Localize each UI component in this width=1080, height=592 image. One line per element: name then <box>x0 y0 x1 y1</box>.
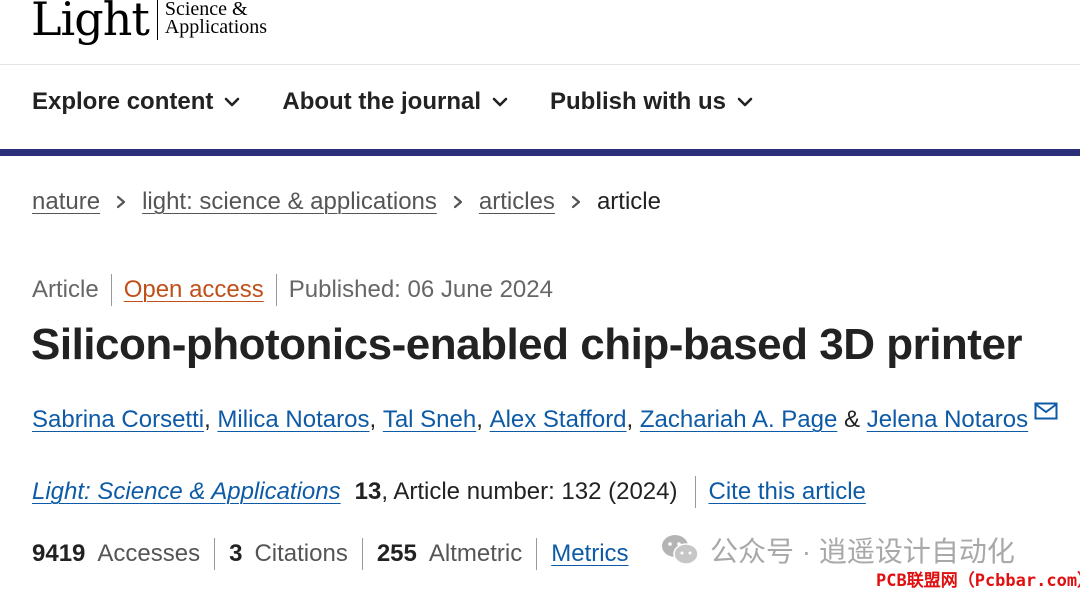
logo-divider <box>156 0 158 40</box>
chevron-down-icon <box>492 97 508 107</box>
breadcrumb-current: article <box>596 188 661 215</box>
journal-link[interactable]: Light: Science & Applications <box>32 478 341 506</box>
breadcrumb: nature light: science & applications art… <box>32 188 661 216</box>
header-divider <box>0 64 1080 65</box>
journal-logo[interactable]: Light Science & Applications <box>31 0 267 52</box>
nav-item-label: Publish with us <box>550 88 727 115</box>
breadcrumb-journal[interactable]: light: science & applications <box>142 188 437 216</box>
nav-explore-content[interactable]: Explore content <box>32 88 241 116</box>
citation-line: Light: Science & Applications 13 , Artic… <box>32 476 866 508</box>
citations-count: 3 <box>229 540 243 567</box>
citation-divider <box>695 476 697 508</box>
logo-main-text: Light <box>31 0 150 46</box>
cite-this-article-link[interactable]: Cite this article <box>708 478 865 506</box>
article-meta: Article Open access Published: 06 June 2… <box>32 274 553 306</box>
breadcrumb-nature[interactable]: nature <box>32 188 100 216</box>
article-metrics: 9419 Accesses 3 Citations 255 Altmetric … <box>32 538 629 570</box>
chevron-right-icon <box>453 195 463 209</box>
accesses-count: 9419 <box>32 540 86 567</box>
altmetric-label: Altmetric <box>428 540 523 567</box>
author-link[interactable]: Milica Notaros <box>217 406 369 434</box>
page: Light Science & Applications Explore con… <box>0 0 1080 592</box>
article-number: , Article number: 132 (2024) <box>381 478 678 505</box>
citations-label: Citations <box>254 540 348 567</box>
breadcrumb-articles[interactable]: articles <box>479 188 555 216</box>
metrics-divider <box>214 538 216 570</box>
meta-divider <box>275 274 277 306</box>
nav-publish-with-us[interactable]: Publish with us <box>550 88 754 116</box>
watermark-site: PCB联盟网（Pcbbar.com） <box>876 571 1080 591</box>
author-link[interactable]: Sabrina Corsetti <box>32 406 204 434</box>
article-type: Article <box>32 276 99 303</box>
accesses-label: Accesses <box>97 540 201 567</box>
published-date: Published: 06 June 2024 <box>288 276 553 303</box>
wechat-icon <box>662 535 699 565</box>
author-separator: , <box>369 406 377 433</box>
author-separator: , <box>204 406 211 433</box>
metrics-divider <box>536 538 538 570</box>
watermark-text: 公众号 · 逍遥设计自动化 <box>710 536 1015 567</box>
article-title: Silicon-photonics-enabled chip-based 3D … <box>31 320 1023 369</box>
altmetric-score: 255 <box>376 540 417 567</box>
author-list: Sabrina Corsetti, Milica Notaros, Tal Sn… <box>32 402 1058 434</box>
envelope-icon[interactable] <box>1034 402 1058 420</box>
author-separator: , <box>626 406 634 433</box>
logo-subtitle-line2: Applications <box>164 16 268 38</box>
nav-about-journal[interactable]: About the journal <box>282 88 509 116</box>
nav-accent-bar <box>0 149 1080 156</box>
author-separator: , <box>476 406 483 433</box>
logo-subtitle: Science & Applications <box>164 0 268 38</box>
nav-item-label: Explore content <box>32 88 214 115</box>
author-link[interactable]: Jelena Notaros <box>867 406 1028 434</box>
chevron-down-icon <box>737 97 753 107</box>
author-link[interactable]: Alex Stafford <box>490 406 627 434</box>
chevron-right-icon <box>571 195 581 209</box>
chevron-right-icon <box>116 195 126 209</box>
volume-number: 13 <box>354 478 382 505</box>
author-link[interactable]: Zachariah A. Page <box>640 406 837 434</box>
watermark: 公众号 · 逍遥设计自动化 <box>660 530 1015 570</box>
author-and: & <box>844 406 861 433</box>
metrics-divider <box>361 538 363 570</box>
main-nav: Explore content About the journal Publis… <box>32 88 795 116</box>
chevron-down-icon <box>225 97 240 107</box>
nav-item-label: About the journal <box>282 88 482 115</box>
author-link[interactable]: Tal Sneh <box>383 406 476 434</box>
metrics-link[interactable]: Metrics <box>551 540 628 568</box>
meta-divider <box>110 274 112 306</box>
open-access-link[interactable]: Open access <box>124 276 264 304</box>
